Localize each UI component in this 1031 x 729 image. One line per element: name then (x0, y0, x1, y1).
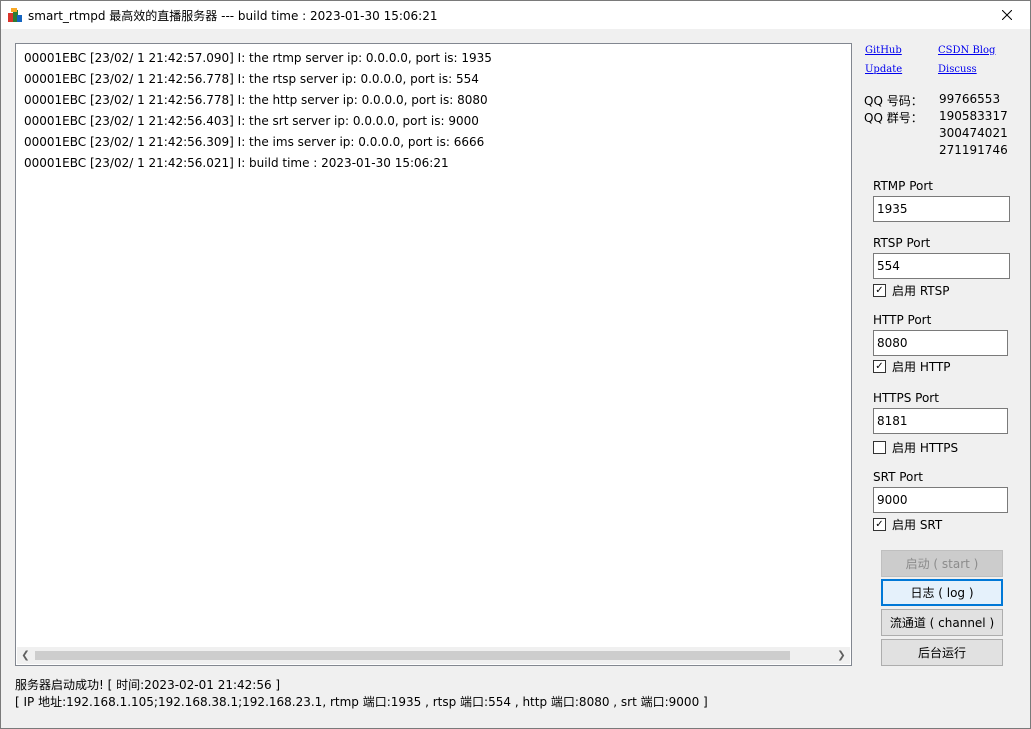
horizontal-scrollbar[interactable]: ❮ ❯ (17, 647, 850, 664)
app-icon (7, 7, 23, 23)
update-link[interactable]: Update (865, 64, 902, 75)
chevron-left-icon[interactable]: ❮ (17, 647, 34, 664)
log-line: 00001EBC [23/02/ 1 21:42:56.309] I: the … (24, 135, 485, 149)
http-enable-label: 启用 HTTP (892, 360, 951, 374)
start-button[interactable]: 启动 ( start ) (881, 550, 1003, 577)
chevron-right-icon[interactable]: ❯ (833, 647, 850, 664)
checkbox[interactable]: ✓ (873, 518, 886, 531)
srt-enable-label: 启用 SRT (892, 518, 943, 532)
log-line: 00001EBC [23/02/ 1 21:42:56.403] I: the … (24, 114, 479, 128)
log-line: 00001EBC [23/02/ 1 21:42:56.021] I: buil… (24, 156, 449, 170)
http-port-input[interactable]: 8080 (873, 330, 1008, 356)
main-window: smart_rtmpd 最高效的直播服务器 --- build time : 2… (0, 0, 1031, 729)
checkmark-icon: ✓ (875, 518, 884, 530)
background-run-button[interactable]: 后台运行 (881, 639, 1003, 666)
discuss-link[interactable]: Discuss (938, 64, 977, 75)
https-port-input[interactable]: 8181 (873, 408, 1008, 434)
log-line: 00001EBC [23/02/ 1 21:42:57.090] I: the … (24, 51, 492, 65)
srt-port-input[interactable]: 9000 (873, 487, 1008, 513)
log-line: 00001EBC [23/02/ 1 21:42:56.778] I: the … (24, 93, 488, 107)
srt-enable-checkbox[interactable]: ✓ 启用 SRT (873, 516, 942, 533)
log-panel[interactable]: 00001EBC [23/02/ 1 21:42:57.090] I: the … (15, 43, 852, 666)
title-bar[interactable]: smart_rtmpd 最高效的直播服务器 --- build time : 2… (1, 1, 1030, 29)
checkmark-icon: ✓ (875, 360, 884, 372)
qq-group-label: QQ 群号： (864, 111, 923, 125)
qq-group-value: 300474021 (939, 126, 1008, 140)
csdn-blog-link[interactable]: CSDN Blog (938, 45, 995, 56)
status-ip-ports: [ IP 地址:192.168.1.105;192.168.38.1;192.1… (15, 695, 708, 709)
rtsp-port-input[interactable]: 554 (873, 253, 1010, 279)
status-message: 服务器启动成功! [ 时间:2023-02-01 21:42:56 ] (15, 678, 281, 692)
checkmark-icon: ✓ (875, 284, 884, 296)
rtsp-enable-checkbox[interactable]: ✓ 启用 RTSP (873, 282, 949, 299)
checkbox[interactable] (873, 441, 886, 454)
log-list: 00001EBC [23/02/ 1 21:42:57.090] I: the … (24, 48, 492, 174)
https-port-label: HTTPS Port (873, 391, 939, 405)
github-link[interactable]: GitHub (865, 45, 902, 56)
rtsp-port-label: RTSP Port (873, 236, 931, 250)
checkbox[interactable]: ✓ (873, 360, 886, 373)
qq-group-value: 271191746 (939, 143, 1008, 157)
srt-port-label: SRT Port (873, 470, 924, 484)
rtmp-port-label: RTMP Port (873, 179, 933, 193)
close-button[interactable] (984, 1, 1030, 29)
window-title: smart_rtmpd 最高效的直播服务器 --- build time : 2… (28, 9, 438, 23)
close-icon (1002, 10, 1012, 20)
rtmp-port-input[interactable]: 1935 (873, 196, 1010, 222)
qq-number-label: QQ 号码： (864, 94, 923, 108)
http-enable-checkbox[interactable]: ✓ 启用 HTTP (873, 358, 951, 375)
rtsp-enable-label: 启用 RTSP (892, 284, 950, 298)
qq-number-value: 99766553 (939, 92, 1001, 106)
log-button[interactable]: 日志 ( log ) (881, 579, 1003, 606)
scrollbar-thumb[interactable] (35, 651, 790, 660)
http-port-label: HTTP Port (873, 313, 932, 327)
https-enable-label: 启用 HTTPS (892, 441, 959, 455)
https-enable-checkbox[interactable]: 启用 HTTPS (873, 439, 958, 456)
checkbox[interactable]: ✓ (873, 284, 886, 297)
channel-button[interactable]: 流通道 ( channel ) (881, 609, 1003, 636)
log-line: 00001EBC [23/02/ 1 21:42:56.778] I: the … (24, 72, 479, 86)
qq-group-value: 190583317 (939, 109, 1008, 123)
